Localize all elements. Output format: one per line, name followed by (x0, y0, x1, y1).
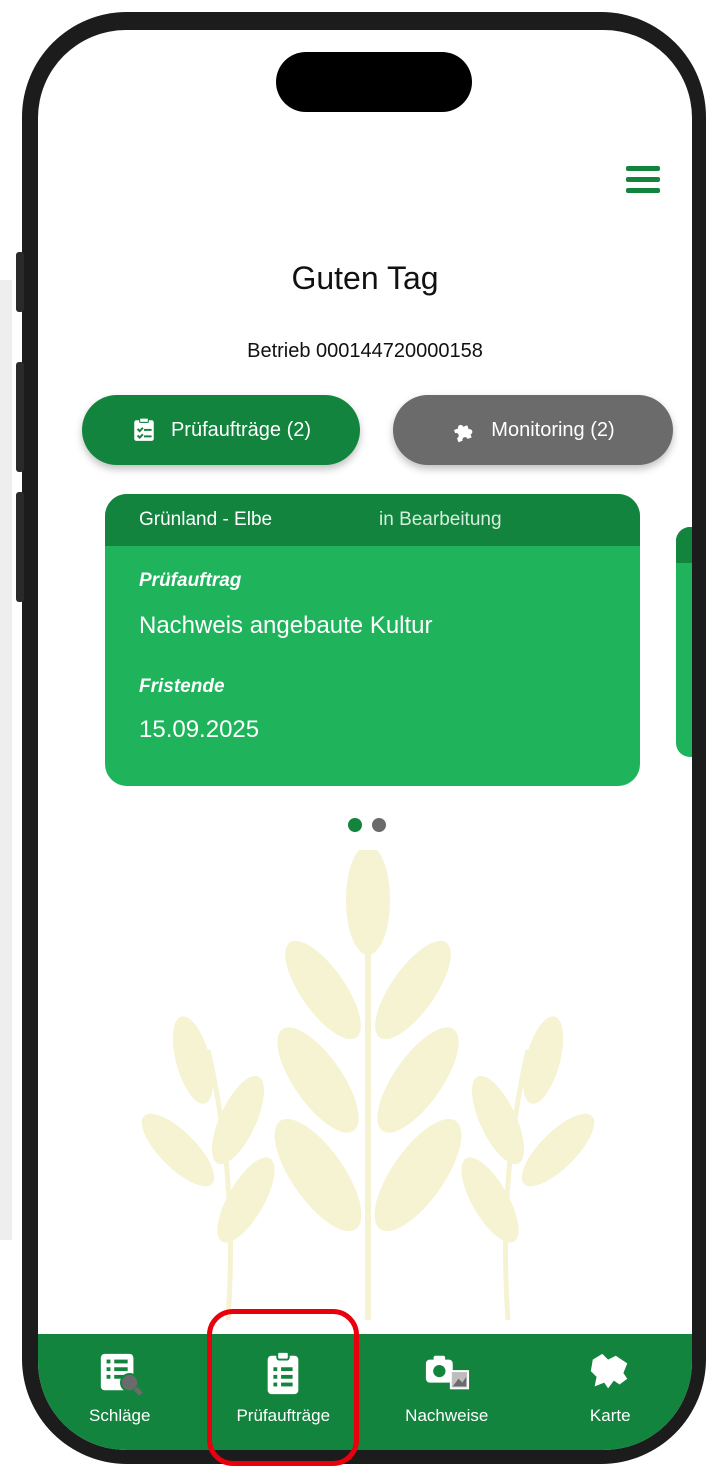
page-title: Guten Tag (291, 260, 439, 296)
nav-item-karte[interactable]: Karte (529, 1334, 693, 1450)
carousel-dot-active[interactable] (348, 818, 362, 832)
tab-label: Prüfaufträge (2) (170, 418, 312, 441)
side-button (16, 252, 24, 312)
notch (276, 52, 472, 112)
camera-gallery-icon (425, 1355, 469, 1390)
status-badge: in Bearbeitung (379, 509, 502, 530)
tab-pruefauftraege[interactable]: Prüfaufträge (2) (82, 395, 360, 465)
nav-item-nachweise[interactable]: Nachweise (365, 1334, 529, 1450)
carousel-dot[interactable] (372, 818, 386, 832)
task-card[interactable]: Grünland - Elbe in Bearbeitung Prüfauftr… (105, 494, 640, 786)
side-button (16, 492, 24, 602)
card-type-label: Prüfauftrag (139, 570, 242, 591)
hamburger-menu-icon[interactable] (626, 162, 664, 198)
side-button (16, 362, 24, 472)
tab-monitoring[interactable]: Monitoring (2) (393, 395, 673, 465)
map-icon (591, 1353, 628, 1389)
field-list-search-icon (100, 1353, 143, 1396)
nav-label: Schläge (89, 1406, 151, 1425)
clipboard-check-icon (134, 417, 154, 441)
background-shadow (0, 280, 12, 1240)
business-number: Betrieb 000144720000158 (247, 340, 483, 362)
next-task-card-peek[interactable] (676, 527, 692, 757)
card-deadline-label: Fristende (139, 676, 225, 697)
app-screen: Guten Tag Betrieb 000144720000158 Prüfau… (38, 30, 692, 1450)
wheat-background-illustration (141, 850, 595, 1320)
card-type-value: Nachweis angebaute Kultur (139, 612, 433, 639)
nav-label: Nachweise (405, 1406, 489, 1425)
nav-label: Karte (589, 1406, 631, 1425)
nav-item-schlaege[interactable]: Schläge (38, 1334, 202, 1450)
highlight-annotation-box (207, 1309, 359, 1466)
card-location: Grünland - Elbe (139, 509, 273, 530)
card-header: Grünland - Elbe in Bearbeitung (105, 494, 640, 546)
tab-label: Monitoring (2) (491, 418, 615, 441)
puzzle-icon (454, 424, 473, 443)
carousel-indicator (348, 818, 386, 832)
card-deadline-value: 15.09.2025 (139, 716, 260, 743)
bottom-navigation: Schläge Prüfaufträge Nachweise Karte (38, 1334, 692, 1450)
